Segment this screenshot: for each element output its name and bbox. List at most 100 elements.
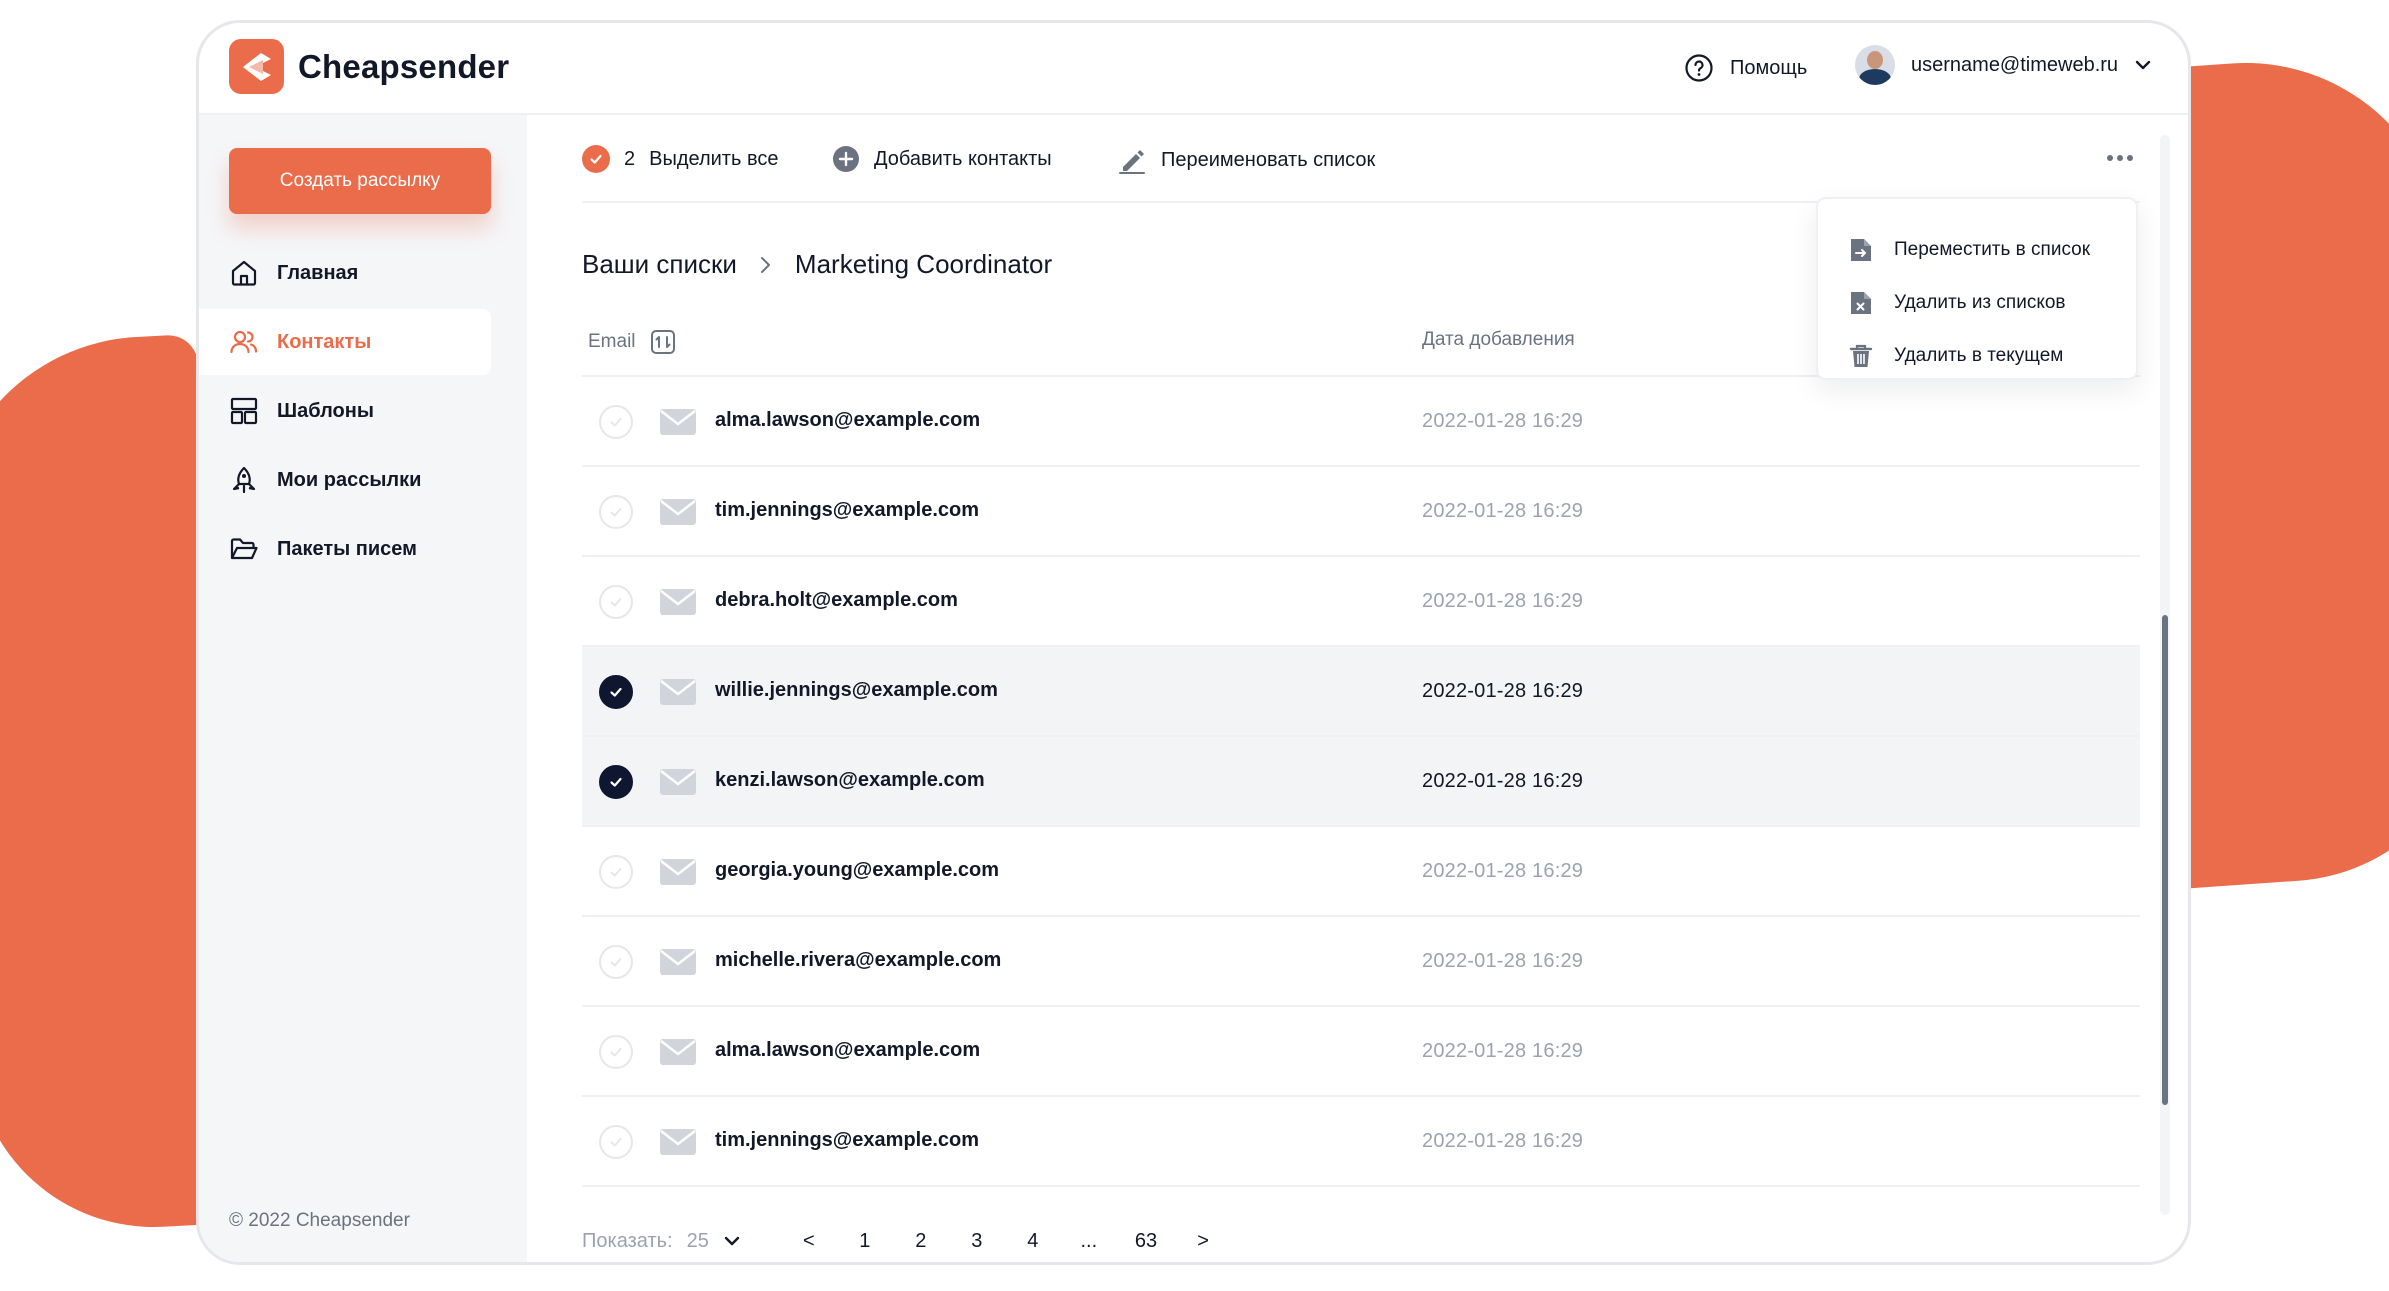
add-contacts-button[interactable]: Добавить контакты <box>832 145 1052 173</box>
menu-item-move-to-list[interactable]: Переместить в список <box>1818 223 2136 276</box>
table-row[interactable]: willie.jennings@example.com 2022-01-28 16… <box>582 647 2140 737</box>
page-ellipsis: ... <box>1080 1229 1098 1252</box>
contact-date: 2022-01-28 16:29 <box>1422 680 1584 702</box>
contact-email: tim.jennings@example.com <box>715 499 980 521</box>
row-checkbox[interactable] <box>599 1125 633 1159</box>
logo[interactable]: Cheapsender <box>229 39 509 94</box>
more-actions-dropdown: Переместить в список Удалить из списков … <box>1816 197 2138 380</box>
contact-email: alma.lawson@example.com <box>715 1039 981 1061</box>
row-checkbox[interactable] <box>599 1035 633 1069</box>
chevron-down-icon <box>2135 60 2151 70</box>
contact-email: alma.lawson@example.com <box>715 409 981 431</box>
create-mailing-button[interactable]: Создать рассылку <box>229 148 491 214</box>
table-row[interactable]: georgia.young@example.com 2022-01-28 16:2… <box>582 827 2140 917</box>
help-link[interactable]: Помощь <box>1684 53 1807 83</box>
contact-date: 2022-01-28 16:29 <box>1422 1130 1584 1152</box>
contact-date: 2022-01-28 16:29 <box>1422 770 1584 792</box>
menu-item-remove-from-lists[interactable]: Удалить из списков <box>1818 276 2136 329</box>
user-email: username@timeweb.ru <box>1911 53 2119 76</box>
chevron-right-icon <box>760 256 770 273</box>
sidebar-item-packages[interactable]: Пакеты писем <box>199 516 527 582</box>
contact-email: debra.holt@example.com <box>715 589 958 611</box>
table-row[interactable]: debra.holt@example.com 2022-01-28 16:29 <box>582 557 2140 647</box>
user-menu[interactable]: username@timeweb.ru <box>1855 45 2152 85</box>
envelope-icon <box>659 1127 697 1162</box>
contact-date: 2022-01-28 16:29 <box>1422 950 1584 972</box>
sidebar-item-home[interactable]: Главная <box>199 240 527 306</box>
column-date[interactable]: Дата добавления <box>1422 329 1575 351</box>
select-all-label: Выделить все <box>649 147 779 170</box>
table-row[interactable]: alma.lawson@example.com 2022-01-28 16:29 <box>582 377 2140 467</box>
column-email[interactable]: Email <box>588 329 676 355</box>
row-checkbox[interactable] <box>599 945 633 979</box>
rename-list-button[interactable]: Переименовать список <box>1117 145 1375 175</box>
sidebar-item-label: Мои рассылки <box>277 468 422 491</box>
breadcrumb-root[interactable]: Ваши списки <box>582 249 737 280</box>
contact-date: 2022-01-28 16:29 <box>1422 410 1584 432</box>
next-page-button[interactable]: > <box>1193 1230 1213 1253</box>
envelope-icon <box>659 677 697 712</box>
chevron-down-icon[interactable] <box>723 1235 741 1247</box>
sidebar-item-label: Главная <box>277 261 359 284</box>
envelope-icon <box>659 407 697 442</box>
row-checkbox[interactable] <box>599 585 633 619</box>
add-contacts-label: Добавить контакты <box>874 147 1052 170</box>
scrollbar[interactable] <box>2160 135 2170 1215</box>
select-all-button[interactable]: 2 Выделить все <box>582 145 778 173</box>
contacts-table: alma.lawson@example.com 2022-01-28 16:29 t… <box>582 377 2140 1187</box>
page-1[interactable]: 1 <box>855 1230 875 1253</box>
sidebar-item-mailings[interactable]: Мои рассылки <box>199 447 527 513</box>
sidebar-item-label: Контакты <box>277 330 372 353</box>
more-dot <box>2127 155 2133 161</box>
move-file-icon <box>1851 238 1871 261</box>
help-icon <box>1685 54 1713 82</box>
scrollbar-thumb[interactable] <box>2162 615 2168 1105</box>
folder-icon <box>230 538 258 560</box>
table-row[interactable]: tim.jennings@example.com 2022-01-28 16:29 <box>582 467 2140 557</box>
top-bar: Cheapsender Помощь username@timeweb.ru <box>199 23 2188 115</box>
sidebar-item-templates[interactable]: Шаблоны <box>199 378 527 444</box>
prev-page-button[interactable]: < <box>799 1230 819 1253</box>
envelope-icon <box>659 497 697 532</box>
check-badge-icon <box>582 145 610 173</box>
contact-date: 2022-01-28 16:29 <box>1422 590 1584 612</box>
page-2[interactable]: 2 <box>911 1230 931 1253</box>
home-icon <box>231 260 257 286</box>
page-4[interactable]: 4 <box>1023 1230 1043 1253</box>
sort-icon[interactable] <box>650 329 676 355</box>
selected-count: 2 <box>624 147 636 170</box>
row-checkbox[interactable] <box>599 855 633 889</box>
row-checkbox[interactable] <box>599 405 633 439</box>
table-row[interactable]: kenzi.lawson@example.com 2022-01-28 16:29 <box>582 737 2140 827</box>
avatar <box>1855 45 1895 85</box>
page-3[interactable]: 3 <box>967 1230 987 1253</box>
breadcrumb-current: Marketing Coordinator <box>794 249 1053 279</box>
menu-item-label: Удалить из списков <box>1894 291 2066 313</box>
menu-item-label: Переместить в список <box>1894 238 2091 260</box>
logo-icon <box>229 39 284 94</box>
table-row[interactable]: alma.lawson@example.com 2022-01-28 16:29 <box>582 1007 2140 1097</box>
envelope-icon <box>659 587 697 622</box>
trash-icon <box>1849 344 1873 367</box>
more-dot <box>2117 155 2123 161</box>
row-checkbox[interactable] <box>599 675 633 709</box>
row-checkbox[interactable] <box>599 765 633 799</box>
contact-email: kenzi.lawson@example.com <box>715 769 985 791</box>
row-checkbox[interactable] <box>599 495 633 529</box>
sidebar: Создать рассылку Главная Контакты Шаблон… <box>199 115 527 1262</box>
contact-email: tim.jennings@example.com <box>715 1129 980 1151</box>
table-row[interactable]: michelle.rivera@example.com 2022-01-28 16… <box>582 917 2140 1007</box>
page-size-select[interactable]: 25 <box>687 1230 709 1253</box>
templates-icon <box>230 397 258 425</box>
table-row[interactable]: tim.jennings@example.com 2022-01-28 16:29 <box>582 1097 2140 1187</box>
page-63[interactable]: 63 <box>1135 1230 1157 1253</box>
remove-file-icon <box>1851 291 1871 314</box>
more-actions-button[interactable] <box>2100 143 2140 173</box>
contacts-icon <box>230 330 258 354</box>
contact-email: willie.jennings@example.com <box>715 679 998 701</box>
sidebar-item-contacts[interactable]: Контакты <box>199 309 491 375</box>
menu-item-delete-current[interactable]: Удалить в текущем <box>1818 329 2136 382</box>
rename-list-label: Переименовать список <box>1161 148 1376 171</box>
contact-email: georgia.young@example.com <box>715 859 1000 881</box>
envelope-icon <box>659 947 697 982</box>
